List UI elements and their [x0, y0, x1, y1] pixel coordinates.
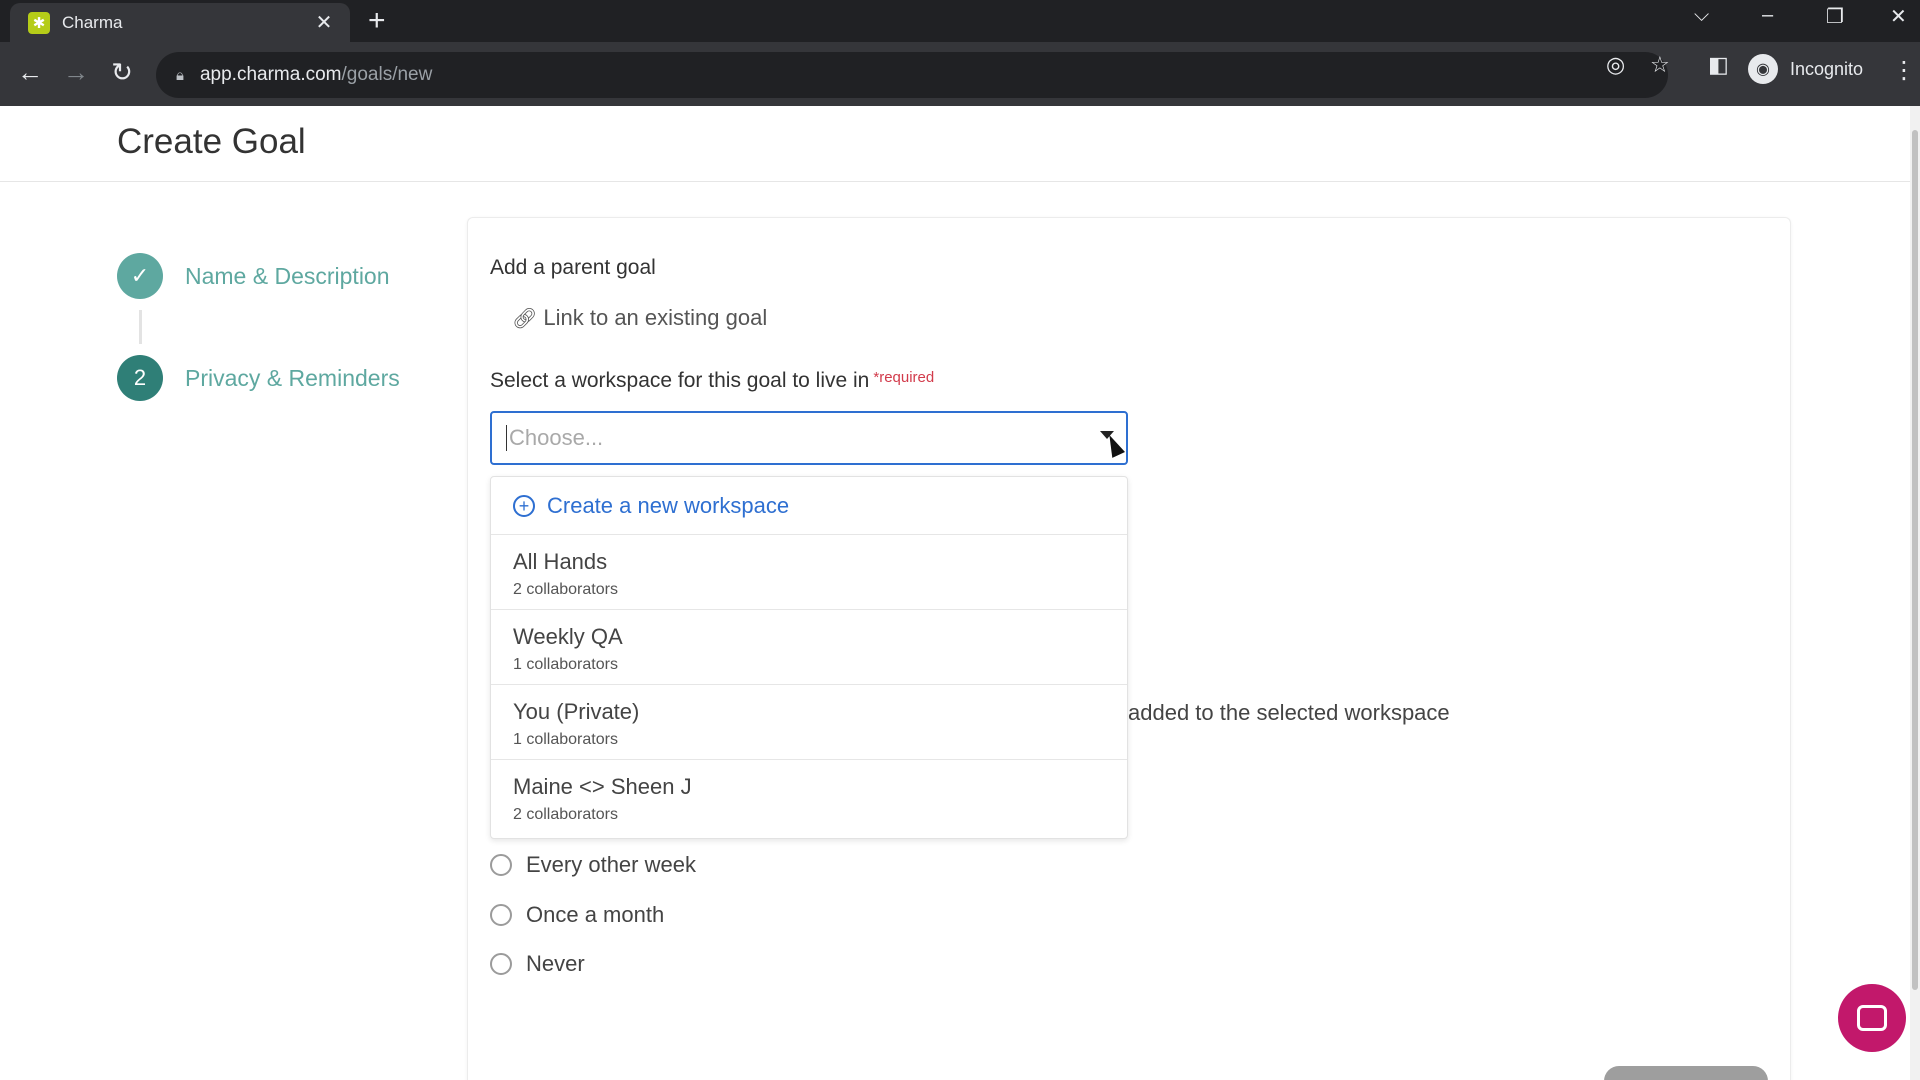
workspace-dropdown: + Create a new workspace All Hands 2 col…	[490, 476, 1128, 839]
step-label: Name & Description	[185, 262, 390, 289]
page-title: Create Goal	[117, 122, 306, 161]
url-path: /goals/new	[341, 64, 433, 85]
reload-icon[interactable]: ↻	[104, 56, 140, 88]
parent-goal-label: Add a parent goal	[490, 256, 656, 279]
step-number: 2	[117, 355, 163, 401]
page-scrollbar-thumb[interactable]	[1912, 130, 1918, 990]
link-existing-goal-button[interactable]: 🔗︎ Link to an existing goal	[512, 305, 767, 331]
eye-off-icon[interactable]: ◎	[1606, 52, 1625, 78]
incognito-profile[interactable]: ◉ Incognito	[1748, 54, 1863, 84]
back-arrow-icon[interactable]: ←	[12, 56, 48, 88]
incognito-icon: ◉	[1748, 54, 1778, 84]
side-panel-icon[interactable]: ◧	[1708, 52, 1729, 78]
forward-arrow-icon[interactable]: →	[58, 56, 94, 88]
browser-toolbar: ← → ↻ 🔒︎ app.charma.com/goals/new ◎ ☆ ◧ …	[0, 42, 1920, 106]
tab-search-icon[interactable]: ⌵	[1694, 4, 1709, 27]
workspace-option-collaborators: 1 collaborators	[513, 731, 618, 748]
bookmark-star-icon[interactable]: ☆	[1650, 52, 1670, 78]
reminder-option-label: Never	[526, 951, 585, 976]
workspace-option-name: All Hands	[513, 549, 608, 574]
browser-menu-icon[interactable]: ⋮	[1892, 56, 1916, 85]
workspace-select-placeholder: Choose...	[506, 425, 603, 451]
restore-icon[interactable]: ❐	[1826, 4, 1844, 29]
reminder-option-never[interactable]: Never	[490, 951, 585, 977]
link-chain-icon: 🔗︎	[512, 307, 538, 330]
primary-action-button[interactable]	[1604, 1066, 1768, 1080]
workspace-select[interactable]: Choose...	[490, 411, 1128, 465]
reminder-option-label: Once a month	[526, 902, 665, 927]
address-bar[interactable]: 🔒︎ app.charma.com/goals/new	[156, 52, 1668, 98]
workspace-option[interactable]: Maine <> Sheen J 2 collaborators	[491, 760, 1127, 835]
browser-tab-bar: ✱ Charma ✕ + ⌵ – ❐ ✕	[0, 0, 1920, 42]
reminder-option-once-a-month[interactable]: Once a month	[490, 902, 664, 928]
workspace-option[interactable]: You (Private) 1 collaborators	[491, 685, 1127, 760]
workspace-option-collaborators: 1 collaborators	[513, 656, 618, 673]
step-label: Privacy & Reminders	[185, 364, 400, 391]
chat-icon	[1857, 1005, 1887, 1031]
url-host: app.charma.com	[199, 64, 342, 85]
charma-favicon-icon: ✱	[28, 11, 50, 34]
radio-button[interactable]	[490, 854, 512, 876]
incognito-label: Incognito	[1790, 58, 1864, 79]
radio-button[interactable]	[490, 904, 512, 926]
workspace-option-name: Maine <> Sheen J	[513, 774, 692, 799]
workspace-option-collaborators: 2 collaborators	[513, 806, 618, 823]
radio-button[interactable]	[490, 953, 512, 975]
link-existing-label: Link to an existing goal	[543, 305, 768, 330]
tab-close-icon[interactable]: ✕	[312, 10, 336, 35]
chat-launcher-button[interactable]	[1838, 984, 1906, 1052]
reminder-option-every-other-week[interactable]: Every other week	[490, 852, 696, 878]
workspace-option[interactable]: All Hands 2 collaborators	[491, 535, 1127, 610]
page-header: Create Goal	[0, 106, 1910, 182]
tab-title: Charma	[62, 12, 123, 32]
minimize-icon[interactable]: –	[1762, 4, 1773, 27]
window-close-icon[interactable]: ✕	[1890, 4, 1907, 29]
workspace-label-text: Select a workspace for this goal to live…	[490, 369, 870, 392]
checkmark-icon: ✓	[117, 253, 163, 299]
step-name-description[interactable]: ✓ Name & Description	[117, 253, 390, 299]
workspace-option-collaborators: 2 collaborators	[513, 581, 618, 598]
step-privacy-reminders[interactable]: 2 Privacy & Reminders	[117, 355, 400, 401]
create-workspace-option[interactable]: + Create a new workspace	[491, 477, 1127, 535]
browser-tab[interactable]: ✱ Charma ✕	[10, 3, 350, 42]
workspace-option-name: You (Private)	[513, 699, 640, 724]
workspace-option-name: Weekly QA	[513, 624, 623, 649]
step-connector	[139, 310, 142, 344]
workspace-label: Select a workspace for this goal to live…	[490, 369, 934, 393]
new-tab-button[interactable]: +	[368, 6, 386, 36]
required-marker: *required	[873, 369, 935, 386]
plus-circle-icon: +	[513, 494, 535, 517]
reminder-option-label: Every other week	[526, 852, 696, 877]
workspace-hint-partial: added to the selected workspace	[1128, 700, 1450, 725]
workspace-option[interactable]: Weekly QA 1 collaborators	[491, 610, 1127, 685]
lock-icon: 🔒︎	[176, 66, 184, 84]
create-workspace-label: Create a new workspace	[547, 492, 790, 518]
